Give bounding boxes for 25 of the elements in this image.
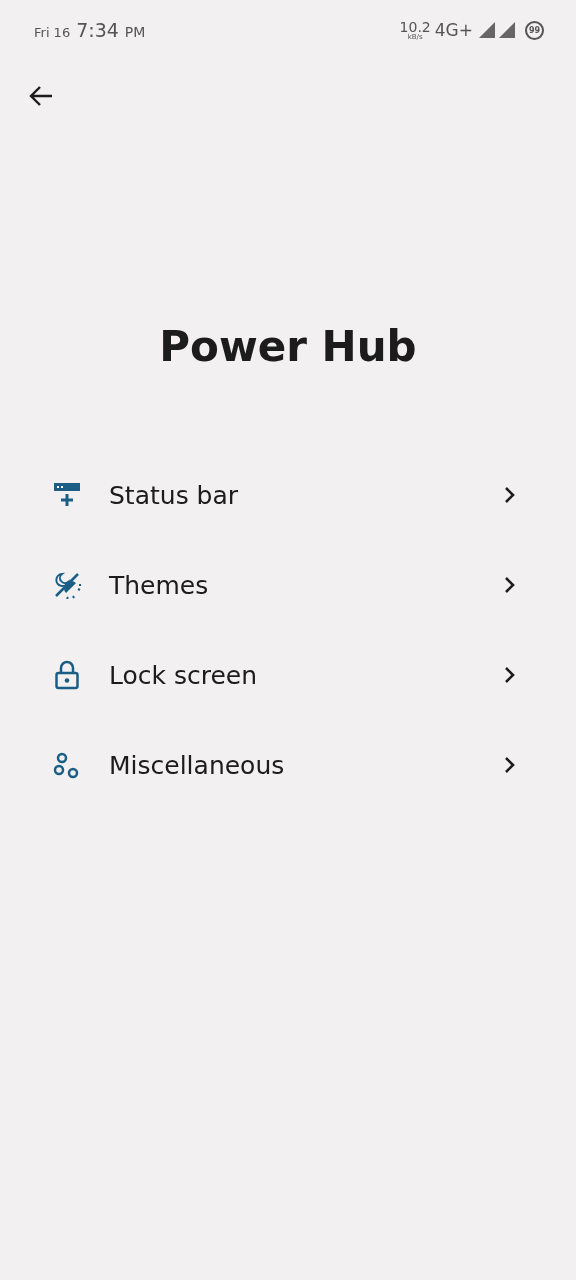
status-meridiem: PM	[124, 24, 146, 40]
moon-sun-icon	[53, 571, 81, 599]
menu-item-label: Status bar	[109, 480, 240, 510]
signal-icon	[479, 22, 495, 38]
menu-item[interactable]: Lock screen	[0, 630, 576, 720]
status-time: 7:34	[76, 19, 119, 41]
menu-item[interactable]: Themes	[0, 540, 576, 630]
page-title: Power Hub	[158, 321, 418, 373]
chevron-right-icon	[504, 486, 516, 504]
status-date: Fri 16	[34, 25, 71, 40]
status-bar-plus-icon	[53, 481, 81, 509]
menu-item-label: Miscellaneous	[109, 750, 286, 780]
battery-level: 99	[525, 20, 544, 40]
menu-item[interactable]: Miscellaneous	[0, 720, 576, 810]
network-speed: 10.2	[399, 19, 431, 34]
menu-item[interactable]: Status bar	[0, 450, 576, 540]
chevron-right-icon	[504, 576, 516, 594]
menu-item-label: Lock screen	[109, 660, 259, 690]
padlock-icon	[53, 660, 81, 690]
circles-icon	[53, 751, 81, 779]
chevron-right-icon	[504, 666, 516, 684]
network-type: 4G+	[434, 20, 473, 40]
chevron-right-icon	[504, 756, 516, 774]
menu-item-label: Themes	[109, 570, 210, 600]
signal-icon	[499, 22, 515, 38]
